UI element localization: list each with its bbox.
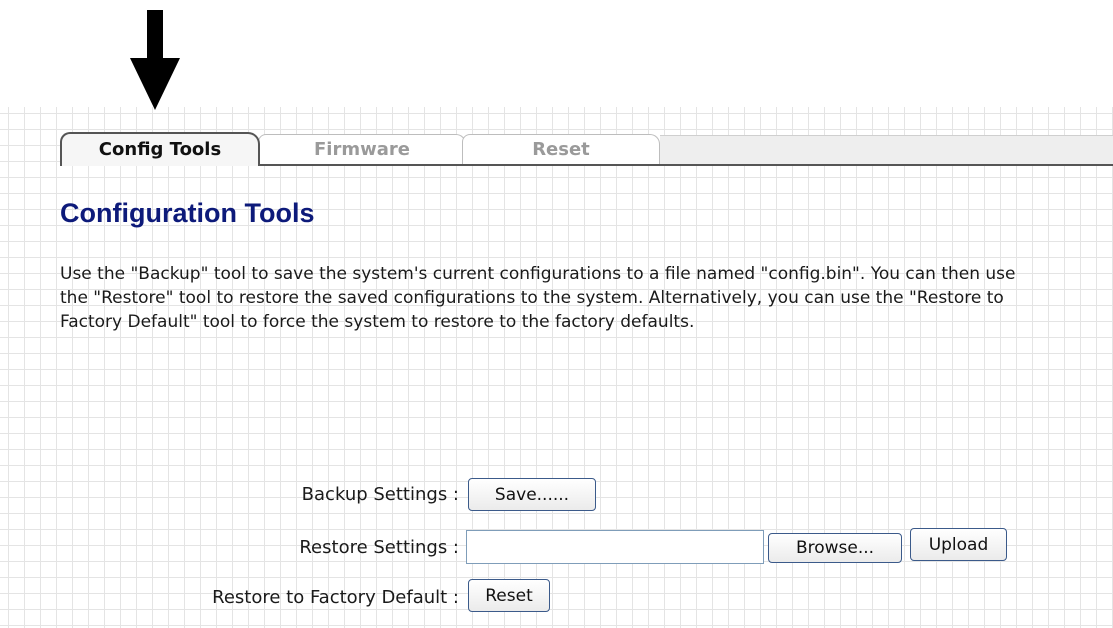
page-description: Use the "Backup" tool to save the system…	[60, 264, 1016, 332]
restore-file-input[interactable]	[466, 530, 764, 564]
page-title: Configuration Tools	[60, 198, 315, 228]
down-arrow-icon	[130, 10, 180, 110]
restore-settings-label: Restore Settings :	[299, 537, 459, 558]
backup-settings-label: Backup Settings :	[301, 484, 459, 505]
tab-rail	[660, 135, 1113, 164]
save-button[interactable]: Save......	[468, 478, 596, 511]
tab-firmware[interactable]: Firmware	[258, 134, 466, 164]
factory-default-label: Restore to Factory Default :	[212, 587, 459, 608]
tab-reset[interactable]: Reset	[462, 134, 660, 164]
tab-bar: Config Tools Firmware Reset	[60, 132, 1113, 166]
upload-button[interactable]: Upload	[910, 528, 1007, 561]
tab-config-tools[interactable]: Config Tools	[60, 132, 260, 166]
browse-button[interactable]: Browse...	[768, 533, 902, 563]
reset-button[interactable]: Reset	[468, 579, 550, 612]
screen: Config Tools Firmware Reset Configuratio…	[0, 0, 1113, 628]
